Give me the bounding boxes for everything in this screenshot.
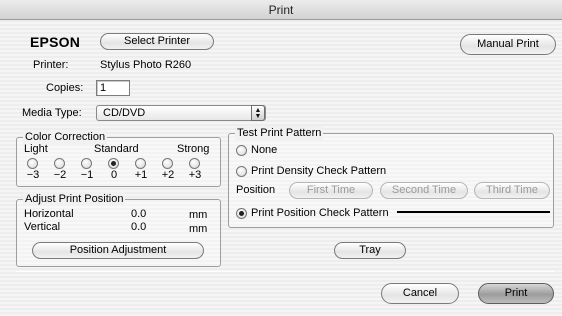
media-type-value: CD/DVD [103,107,146,119]
strong-label: Strong [177,143,210,155]
updown-arrows-icon: ▲ ▼ [251,105,265,121]
media-type-select[interactable]: CD/DVD ▲ ▼ [96,105,266,121]
color-correction-radio[interactable] [81,158,92,169]
horizontal-label: Horizontal [24,208,74,220]
adjust-position-title: Adjust Print Position [23,192,126,206]
copies-label: Copies: [46,82,84,94]
print-button[interactable]: Print [478,283,554,304]
epson-logo: EPSON [30,34,81,50]
copies-field[interactable]: 1 [96,80,130,96]
window-title: Print [0,0,562,20]
callout-line [397,211,550,213]
tray-button[interactable]: Tray [334,242,406,259]
divider [16,271,554,272]
third-time-button[interactable]: Third Time [474,182,550,199]
print-dialog: EPSON Select Printer Manual Print Printe… [0,20,562,316]
density-check-label: Print Density Check Pattern [251,165,387,177]
cancel-button[interactable]: Cancel [381,283,459,304]
color-correction-title: Color Correction [23,130,108,144]
select-printer-button[interactable]: Select Printer [100,33,214,50]
radio-none[interactable] [236,145,247,156]
vertical-unit: mm [189,223,208,235]
color-correction-value: −2 [53,169,67,181]
test-print-pattern-group: Test Print Pattern None Print Density Ch… [228,126,554,228]
vertical-value: 0.0 [131,221,147,233]
color-correction-radio[interactable] [162,158,173,169]
color-correction-value: +2 [161,169,175,181]
media-type-label: Media Type: [22,107,82,119]
manual-print-button[interactable]: Manual Print [460,34,556,55]
color-correction-value: +1 [134,169,148,181]
printer-label: Printer: [33,59,69,71]
color-correction-radio[interactable] [135,158,146,169]
radio-density-check[interactable] [236,166,247,177]
first-time-button[interactable]: First Time [289,182,373,199]
color-correction-radio[interactable] [54,158,65,169]
color-correction-value: −1 [80,169,94,181]
horizontal-value: 0.0 [131,208,147,220]
position-check-label: Print Position Check Pattern [251,207,389,219]
standard-label: Standard [94,143,139,155]
printer-name: Stylus Photo R260 [100,59,192,71]
radio-position-check[interactable] [236,208,247,219]
color-correction-value: −3 [26,169,40,181]
color-correction-value: +3 [188,169,202,181]
color-correction-group: Color Correction Light Standard Strong −… [16,130,221,187]
color-correction-value: 0 [110,169,118,181]
horizontal-unit: mm [189,209,208,221]
second-time-button[interactable]: Second Time [380,182,468,199]
none-label: None [251,144,278,156]
color-correction-radio[interactable] [27,158,38,169]
adjust-position-group: Adjust Print Position Horizontal 0.0 mm … [16,192,221,267]
test-print-pattern-title: Test Print Pattern [235,126,324,140]
light-label: Light [24,143,48,155]
color-correction-radio[interactable] [189,158,200,169]
color-correction-radio[interactable] [108,158,119,169]
vertical-label: Vertical [24,221,61,233]
position-adjustment-button[interactable]: Position Adjustment [32,242,204,259]
position-label: Position [236,184,276,196]
